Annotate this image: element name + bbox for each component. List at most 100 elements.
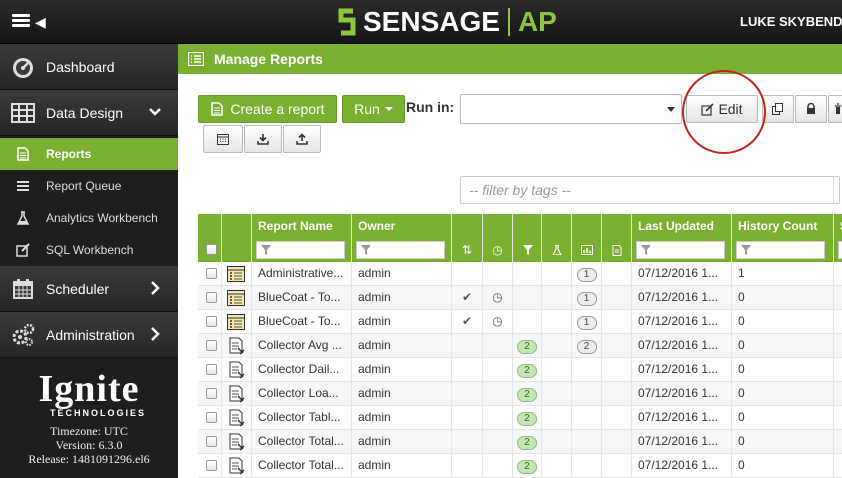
create-report-label: Create a report <box>230 101 325 117</box>
run-dropdown-button[interactable]: Run <box>342 95 405 123</box>
sidebar-item-analytics-workbench[interactable]: Analytics Workbench <box>0 202 178 234</box>
table-row[interactable]: Collector Dail... admin 2 07/12/2016 1... 0 <box>198 358 842 382</box>
row-checkbox[interactable] <box>206 292 217 303</box>
header-report-name[interactable]: Report Name <box>252 214 352 238</box>
caret-down-icon <box>384 107 393 111</box>
schedule-button[interactable] <box>203 125 243 153</box>
cell-sel <box>198 430 222 454</box>
cell-icon <box>222 286 252 310</box>
cell-doc <box>602 430 632 454</box>
cell-badge-chart <box>572 454 602 478</box>
sidebar-item-label: Data Design <box>46 104 124 121</box>
owner-filter-input[interactable] <box>356 241 445 259</box>
cell-report-name: Collector Avg ... <box>252 334 352 358</box>
cell-badge-filter: 2 <box>513 382 542 406</box>
cell-history-count: 0 <box>732 358 834 382</box>
row-checkbox[interactable] <box>206 412 217 423</box>
cell-s <box>834 406 842 430</box>
create-report-button[interactable]: Create a report <box>198 95 337 123</box>
header-col-chart <box>572 214 602 238</box>
list-icon <box>17 181 29 191</box>
run-label: Run <box>354 101 380 117</box>
clock-icon: ◷ <box>483 238 513 262</box>
copy-button[interactable] <box>762 95 794 123</box>
cell-last-updated: 07/12/2016 1... <box>632 406 732 430</box>
run-in-select[interactable] <box>460 94 682 124</box>
header-owner[interactable]: Owner <box>352 214 452 238</box>
tag-filter-input[interactable]: -- filter by tags -- <box>460 176 840 204</box>
report-name-filter-input[interactable] <box>256 241 345 259</box>
sidebar-item-administration[interactable]: Administration <box>0 312 178 358</box>
table-row[interactable]: Administrative... admin 1 07/12/2016 1... 1 <box>198 262 842 286</box>
cell-doc <box>602 334 632 358</box>
export-button[interactable] <box>283 125 321 153</box>
cell-s <box>834 430 842 454</box>
sidebar-item-sql-workbench[interactable]: SQL Workbench <box>0 234 178 266</box>
cell-s <box>834 454 842 478</box>
import-button[interactable] <box>244 125 282 153</box>
row-checkbox[interactable] <box>206 268 217 279</box>
report-icon <box>17 147 29 161</box>
report-type-doc-icon <box>229 361 245 379</box>
cell-check <box>452 382 483 406</box>
cell-icon <box>222 334 252 358</box>
user-menu[interactable]: LUKE SKYBENDER <box>740 14 842 29</box>
ignite-branding: Ignite TECHNOLOGIES Timezone: UTC Versio… <box>0 362 178 466</box>
filter-report-name <box>252 238 352 262</box>
sidebar-item-scheduler[interactable]: Scheduler <box>0 266 178 312</box>
header-col-run <box>452 214 483 238</box>
run-in-label: Run in: <box>406 99 455 115</box>
grid-header-row: Report Name Owner Last Updated History C… <box>198 214 842 238</box>
flask-icon <box>16 211 30 225</box>
sidebar-item-dashboard[interactable]: Dashboard <box>0 44 178 90</box>
filter-icon <box>361 245 371 255</box>
cell-last-updated: 07/12/2016 1... <box>632 454 732 478</box>
table-row[interactable]: Collector Avg ... admin 2 2 07/12/2016 1... 0 <box>198 334 842 358</box>
last-updated-filter-input[interactable] <box>636 241 725 259</box>
table-row[interactable]: Collector Loa... admin 2 07/12/2016 1... 0 <box>198 382 842 406</box>
cell-sel <box>198 334 222 358</box>
table-row[interactable]: Collector Total... admin 2 07/12/2016 1... 0 <box>198 430 842 454</box>
row-checkbox[interactable] <box>206 388 217 399</box>
history-count-filter-input[interactable] <box>736 241 825 259</box>
header-history-count[interactable]: History Count <box>732 214 834 238</box>
row-checkbox[interactable] <box>206 460 217 471</box>
edit-button[interactable]: Edit <box>686 95 758 123</box>
header-type <box>222 214 252 238</box>
cell-flask <box>542 406 572 430</box>
select-all-checkbox[interactable] <box>206 244 217 255</box>
sidebar-item-report-queue[interactable]: Report Queue <box>0 170 178 202</box>
cogs-icon <box>12 323 35 346</box>
cell-icon <box>222 454 252 478</box>
sidebar-item-label: SQL Workbench <box>46 243 134 257</box>
header-last-updated[interactable]: Last Updated <box>632 214 732 238</box>
cell-badge-filter: 2 <box>513 454 542 478</box>
logo-separator <box>507 8 510 36</box>
s-filter-input[interactable] <box>838 241 842 259</box>
cell-icon <box>222 262 252 286</box>
cell-s <box>834 262 842 286</box>
row-checkbox[interactable] <box>206 316 217 327</box>
cell-report-name: Administrative... <box>252 262 352 286</box>
more-actions-button[interactable] <box>828 95 842 123</box>
row-checkbox[interactable] <box>206 364 217 375</box>
table-row[interactable]: BlueCoat - To... admin ✔ ◷ 1 07/12/2016 1... 0 <box>198 286 842 310</box>
filter-icon <box>641 245 651 255</box>
sidebar-item-reports[interactable]: Reports <box>0 138 178 170</box>
check-icon: ✔ <box>452 310 483 334</box>
header-s[interactable]: S <box>834 214 842 238</box>
row-checkbox[interactable] <box>206 436 217 447</box>
document-icon <box>612 245 622 256</box>
reports-grid: Report Name Owner Last Updated History C… <box>198 214 842 478</box>
table-row[interactable]: Collector Tabl... admin 2 07/12/2016 1... 0 <box>198 406 842 430</box>
cell-owner: admin <box>352 358 452 382</box>
cell-clock <box>483 262 513 286</box>
trash-icon <box>835 103 841 114</box>
cell-last-updated: 07/12/2016 1... <box>632 262 732 286</box>
menu-toggle-button[interactable]: ◀ <box>12 12 52 32</box>
row-checkbox[interactable] <box>206 340 217 351</box>
table-row[interactable]: BlueCoat - To... admin ✔ ◷ 1 07/12/2016 1... 0 <box>198 310 842 334</box>
lock-button[interactable] <box>795 95 827 123</box>
table-row[interactable]: Collector Total... admin 2 07/12/2016 1... 0 <box>198 454 842 478</box>
sidebar-item-data-design[interactable]: Data Design <box>0 90 178 136</box>
